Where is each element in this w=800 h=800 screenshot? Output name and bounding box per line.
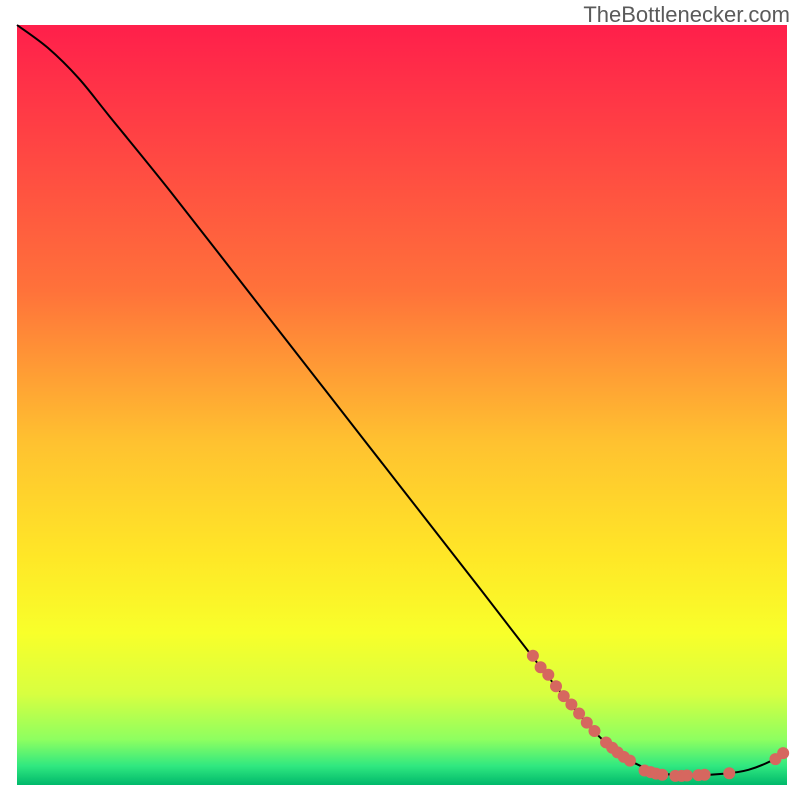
data-marker: [527, 650, 539, 662]
data-marker: [565, 698, 577, 710]
data-marker: [777, 747, 789, 759]
data-marker: [699, 769, 711, 781]
data-marker: [573, 708, 585, 720]
bottleneck-curve-chart: [0, 0, 800, 800]
chart-container: TheBottlenecker.com: [0, 0, 800, 800]
data-marker: [681, 770, 693, 782]
data-marker: [624, 755, 636, 767]
data-marker: [589, 725, 601, 737]
data-marker: [550, 680, 562, 692]
data-marker: [723, 767, 735, 779]
plot-background: [17, 25, 787, 785]
watermark-label: TheBottlenecker.com: [583, 2, 790, 28]
data-marker: [656, 769, 668, 781]
data-marker: [542, 669, 554, 681]
